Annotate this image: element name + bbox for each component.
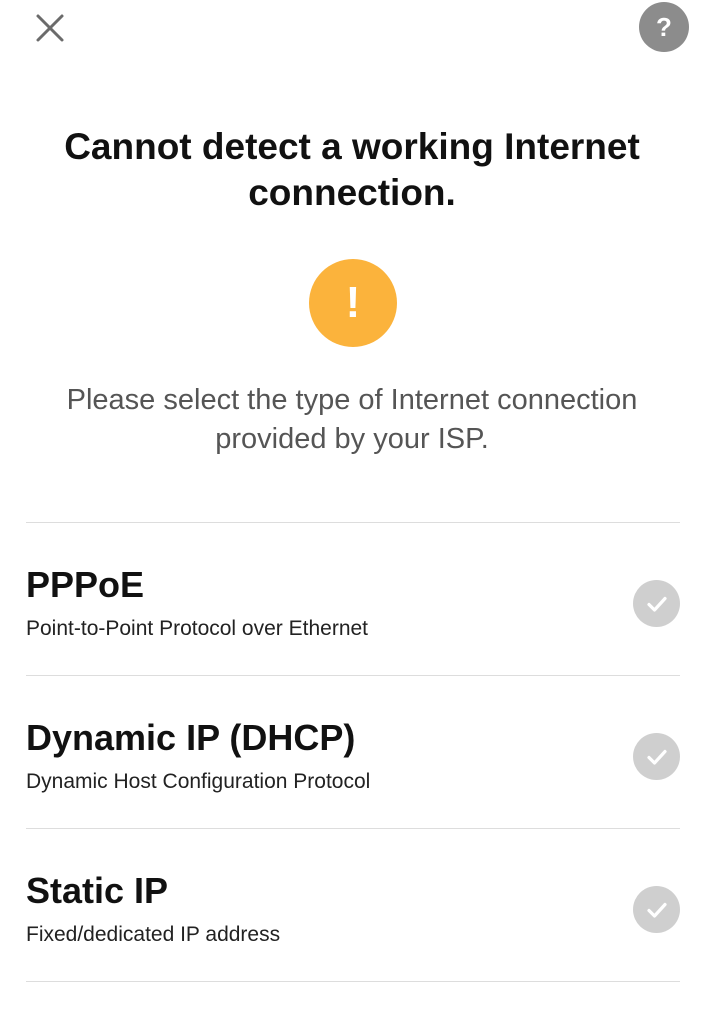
warning-badge: !	[309, 259, 397, 347]
option-description: Point-to-Point Protocol over Ethernet	[26, 617, 369, 640]
option-name: Static IP	[26, 870, 169, 911]
close-button[interactable]	[28, 6, 72, 50]
connection-type-list: PPPoE Point-to-Point Protocol over Ether…	[26, 522, 680, 982]
instruction-text: Please select the type of Internet conne…	[66, 384, 638, 455]
check-circle-icon[interactable]	[633, 886, 680, 933]
option-description: Dynamic Host Configuration Protocol	[26, 770, 371, 793]
option-name: PPPoE	[26, 564, 145, 605]
close-icon	[36, 14, 64, 42]
check-circle-icon[interactable]	[633, 580, 680, 627]
check-circle-icon[interactable]	[633, 733, 680, 780]
option-dynamic-ip[interactable]: Dynamic IP (DHCP) Dynamic Host Configura…	[26, 676, 680, 829]
help-icon-label: ?	[656, 11, 672, 42]
exclamation-icon: !	[345, 278, 361, 327]
page-title: Cannot detect a working Internet connect…	[64, 126, 640, 213]
help-button[interactable]: ?	[639, 2, 689, 52]
top-bar: ?	[0, 0, 704, 56]
option-static-ip[interactable]: Static IP Fixed/dedicated IP address	[26, 829, 680, 982]
option-name: Dynamic IP (DHCP)	[26, 717, 356, 758]
option-pppoe[interactable]: PPPoE Point-to-Point Protocol over Ether…	[26, 523, 680, 676]
option-description: Fixed/dedicated IP address	[26, 923, 281, 946]
